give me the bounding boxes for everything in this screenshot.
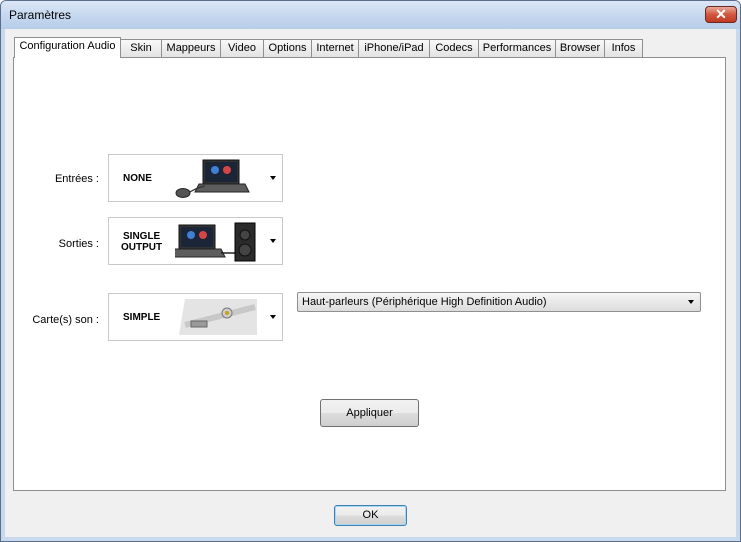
soundcard-dropdown-arrow-icon xyxy=(270,315,276,319)
tab-browser[interactable]: Browser xyxy=(555,39,605,57)
tab-mappeurs[interactable]: Mappeurs xyxy=(161,39,221,57)
tab-options[interactable]: Options xyxy=(263,39,312,57)
laptop-speaker-icon xyxy=(175,222,256,262)
chevron-down-icon xyxy=(688,300,694,304)
inputs-label: Entrées : xyxy=(54,173,99,185)
apply-button[interactable]: Appliquer xyxy=(320,399,419,427)
tab-skin[interactable]: Skin xyxy=(120,39,162,57)
settings-window: Paramètres ✕ Configuration Audio Skin Ma… xyxy=(0,0,741,542)
window-title: Paramètres xyxy=(9,8,72,22)
laptop-mouse-icon xyxy=(175,159,250,198)
inputs-dropdown-arrow-icon xyxy=(270,176,276,180)
soundcard-label: Carte(s) son : xyxy=(32,314,99,326)
outputs-label: Sorties : xyxy=(58,238,99,250)
tab-infos[interactable]: Infos xyxy=(604,39,643,57)
outputs-value-line2: OUTPUT xyxy=(121,242,163,253)
tab-iphone-ipad[interactable]: iPhone/iPad xyxy=(358,39,430,57)
tab-performances[interactable]: Performances xyxy=(478,39,556,57)
tab-codecs[interactable]: Codecs xyxy=(429,39,479,57)
audio-config-panel: Entrées : NONE Sorties : SINGLE OUTPUT C… xyxy=(13,57,726,491)
inputs-value: NONE xyxy=(123,173,152,184)
close-button[interactable]: ✕ xyxy=(705,6,737,23)
tab-internet[interactable]: Internet xyxy=(311,39,359,57)
soundcard-value: SIMPLE xyxy=(123,312,161,323)
outputs-dropdown-arrow-icon xyxy=(270,239,276,243)
audio-device-value: Haut-parleurs (Périphérique High Definit… xyxy=(302,296,547,308)
soundcard-picker[interactable]: SIMPLE xyxy=(108,293,283,341)
tab-video[interactable]: Video xyxy=(220,39,264,57)
close-icon: ✕ xyxy=(715,6,727,22)
audio-jack-icon xyxy=(179,299,257,335)
ok-button[interactable]: OK xyxy=(334,505,407,526)
audio-device-combobox[interactable]: Haut-parleurs (Périphérique High Definit… xyxy=(297,292,701,312)
outputs-picker[interactable]: SINGLE OUTPUT xyxy=(108,217,283,265)
outputs-value-line1: SINGLE xyxy=(123,231,161,242)
dialog-client-area: Configuration Audio Skin Mappeurs Video … xyxy=(5,29,736,537)
inputs-picker[interactable]: NONE xyxy=(108,154,283,202)
tab-configuration-audio[interactable]: Configuration Audio xyxy=(14,37,121,58)
title-bar[interactable]: Paramètres ✕ xyxy=(1,1,740,29)
